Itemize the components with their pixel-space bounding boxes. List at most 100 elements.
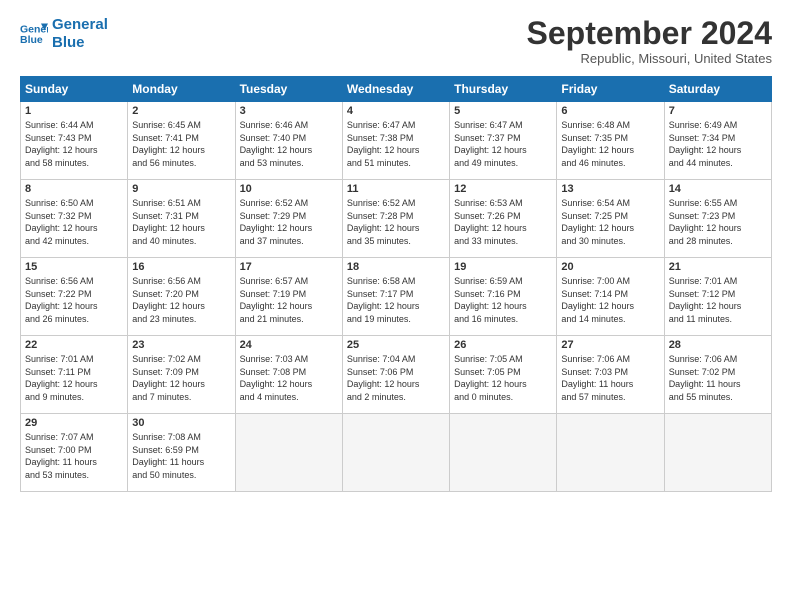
day-info: Sunrise: 7:08 AMSunset: 6:59 PMDaylight:… (132, 431, 230, 481)
empty-cell (450, 414, 557, 492)
day-info: Sunrise: 7:01 AMSunset: 7:11 PMDaylight:… (25, 353, 123, 403)
day-cell-8: 8 Sunrise: 6:50 AMSunset: 7:32 PMDaylight… (21, 180, 128, 258)
day-number: 26 (454, 339, 552, 351)
day-cell-3: 3 Sunrise: 6:46 AMSunset: 7:40 PMDaylight… (235, 102, 342, 180)
day-number: 19 (454, 261, 552, 273)
day-number: 17 (240, 261, 338, 273)
day-cell-26: 26 Sunrise: 7:05 AMSunset: 7:05 PMDayligh… (450, 336, 557, 414)
day-cell-29: 29 Sunrise: 7:07 AMSunset: 7:00 PMDayligh… (21, 414, 128, 492)
day-info: Sunrise: 7:05 AMSunset: 7:05 PMDaylight:… (454, 353, 552, 403)
day-number: 23 (132, 339, 230, 351)
day-number: 13 (561, 183, 659, 195)
day-number: 12 (454, 183, 552, 195)
day-number: 6 (561, 105, 659, 117)
month-title: September 2024 (527, 16, 772, 51)
day-number: 21 (669, 261, 767, 273)
day-number: 5 (454, 105, 552, 117)
day-cell-27: 27 Sunrise: 7:06 AMSunset: 7:03 PMDayligh… (557, 336, 664, 414)
day-info: Sunrise: 6:55 AMSunset: 7:23 PMDaylight:… (669, 197, 767, 247)
day-number: 29 (25, 417, 123, 429)
day-cell-9: 9Sunrise: 6:51 AMSunset: 7:31 PMDaylight… (128, 180, 235, 258)
empty-cell (235, 414, 342, 492)
day-number: 1 (25, 105, 123, 117)
day-number: 14 (669, 183, 767, 195)
header-row: Sunday Monday Tuesday Wednesday Thursday… (21, 77, 772, 102)
day-info: Sunrise: 6:58 AMSunset: 7:17 PMDaylight:… (347, 275, 445, 325)
day-number: 25 (347, 339, 445, 351)
empty-cell (664, 414, 771, 492)
day-info: Sunrise: 6:46 AMSunset: 7:40 PMDaylight:… (240, 119, 338, 169)
day-number: 2 (132, 105, 230, 117)
day-cell-10: 10 Sunrise: 6:52 AMSunset: 7:29 PMDayligh… (235, 180, 342, 258)
day-info: Sunrise: 6:45 AMSunset: 7:41 PMDaylight:… (132, 119, 230, 169)
logo: General Blue General Blue (20, 16, 108, 52)
day-info: Sunrise: 6:56 AMSunset: 7:22 PMDaylight:… (25, 275, 123, 325)
page: General Blue General Blue September 2024… (0, 0, 792, 502)
logo-blue: Blue (52, 34, 85, 51)
logo-general: General (52, 16, 108, 33)
title-block: September 2024 Republic, Missouri, Unite… (527, 16, 772, 66)
day-cell-30: 30Sunrise: 7:08 AMSunset: 6:59 PMDayligh… (128, 414, 235, 492)
calendar-body: 1Sunrise: 6:44 AMSunset: 7:43 PMDaylight… (21, 102, 772, 492)
day-info: Sunrise: 6:59 AMSunset: 7:16 PMDaylight:… (454, 275, 552, 325)
day-cell-1: 1Sunrise: 6:44 AMSunset: 7:43 PMDaylight… (21, 102, 128, 180)
svg-text:Blue: Blue (20, 34, 43, 46)
day-info: Sunrise: 6:50 AMSunset: 7:32 PMDaylight:… (25, 197, 123, 247)
day-number: 18 (347, 261, 445, 273)
day-number: 28 (669, 339, 767, 351)
day-number: 7 (669, 105, 767, 117)
day-cell-22: 22 Sunrise: 7:01 AMSunset: 7:11 PMDayligh… (21, 336, 128, 414)
day-info: Sunrise: 7:01 AMSunset: 7:12 PMDaylight:… (669, 275, 767, 325)
day-cell-18: 18 Sunrise: 6:58 AMSunset: 7:17 PMDayligh… (342, 258, 449, 336)
day-info: Sunrise: 6:48 AMSunset: 7:35 PMDaylight:… (561, 119, 659, 169)
col-thursday: Thursday (450, 77, 557, 102)
day-info: Sunrise: 6:53 AMSunset: 7:26 PMDaylight:… (454, 197, 552, 247)
day-cell-7: 7 Sunrise: 6:49 AMSunset: 7:34 PMDaylight… (664, 102, 771, 180)
col-friday: Friday (557, 77, 664, 102)
day-info: Sunrise: 6:47 AMSunset: 7:37 PMDaylight:… (454, 119, 552, 169)
empty-cell (557, 414, 664, 492)
day-number: 27 (561, 339, 659, 351)
day-cell-15: 15 Sunrise: 6:56 AMSunset: 7:22 PMDayligh… (21, 258, 128, 336)
day-info: Sunrise: 6:56 AMSunset: 7:20 PMDaylight:… (132, 275, 230, 325)
empty-cell (342, 414, 449, 492)
day-info: Sunrise: 6:47 AMSunset: 7:38 PMDaylight:… (347, 119, 445, 169)
day-info: Sunrise: 7:04 AMSunset: 7:06 PMDaylight:… (347, 353, 445, 403)
day-number: 22 (25, 339, 123, 351)
calendar-table: Sunday Monday Tuesday Wednesday Thursday… (20, 76, 772, 492)
day-info: Sunrise: 7:06 AMSunset: 7:02 PMDaylight:… (669, 353, 767, 403)
day-info: Sunrise: 6:49 AMSunset: 7:34 PMDaylight:… (669, 119, 767, 169)
day-number: 8 (25, 183, 123, 195)
col-monday: Monday (128, 77, 235, 102)
day-number: 16 (132, 261, 230, 273)
day-cell-13: 13 Sunrise: 6:54 AMSunset: 7:25 PMDayligh… (557, 180, 664, 258)
week-row-2: 8 Sunrise: 6:50 AMSunset: 7:32 PMDaylight… (21, 180, 772, 258)
day-number: 10 (240, 183, 338, 195)
day-cell-28: 28 Sunrise: 7:06 AMSunset: 7:02 PMDayligh… (664, 336, 771, 414)
logo-icon: General Blue (20, 20, 48, 48)
day-cell-16: 16 Sunrise: 6:56 AMSunset: 7:20 PMDayligh… (128, 258, 235, 336)
day-number: 4 (347, 105, 445, 117)
day-cell-25: 25 Sunrise: 7:04 AMSunset: 7:06 PMDayligh… (342, 336, 449, 414)
day-info: Sunrise: 6:52 AMSunset: 7:29 PMDaylight:… (240, 197, 338, 247)
day-info: Sunrise: 6:54 AMSunset: 7:25 PMDaylight:… (561, 197, 659, 247)
day-cell-19: 19 Sunrise: 6:59 AMSunset: 7:16 PMDayligh… (450, 258, 557, 336)
day-cell-14: 14 Sunrise: 6:55 AMSunset: 7:23 PMDayligh… (664, 180, 771, 258)
col-wednesday: Wednesday (342, 77, 449, 102)
day-info: Sunrise: 7:03 AMSunset: 7:08 PMDaylight:… (240, 353, 338, 403)
day-number: 11 (347, 183, 445, 195)
week-row-1: 1Sunrise: 6:44 AMSunset: 7:43 PMDaylight… (21, 102, 772, 180)
day-number: 3 (240, 105, 338, 117)
col-tuesday: Tuesday (235, 77, 342, 102)
day-info: Sunrise: 6:52 AMSunset: 7:28 PMDaylight:… (347, 197, 445, 247)
day-info: Sunrise: 7:06 AMSunset: 7:03 PMDaylight:… (561, 353, 659, 403)
day-number: 24 (240, 339, 338, 351)
day-cell-20: 20Sunrise: 7:00 AMSunset: 7:14 PMDayligh… (557, 258, 664, 336)
day-cell-6: 6 Sunrise: 6:48 AMSunset: 7:35 PMDaylight… (557, 102, 664, 180)
day-cell-5: 5 Sunrise: 6:47 AMSunset: 7:37 PMDaylight… (450, 102, 557, 180)
day-cell-2: 2 Sunrise: 6:45 AMSunset: 7:41 PMDaylight… (128, 102, 235, 180)
day-number: 15 (25, 261, 123, 273)
week-row-5: 29 Sunrise: 7:07 AMSunset: 7:00 PMDayligh… (21, 414, 772, 492)
day-info: Sunrise: 7:07 AMSunset: 7:00 PMDaylight:… (25, 431, 123, 481)
day-info: Sunrise: 7:00 AMSunset: 7:14 PMDaylight:… (561, 275, 659, 325)
